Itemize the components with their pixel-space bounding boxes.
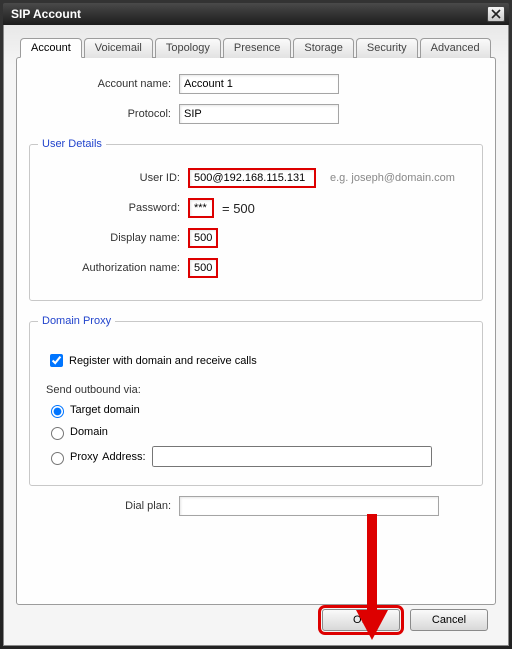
- input-display-name[interactable]: [188, 228, 218, 248]
- label-user-id: User ID:: [38, 172, 188, 184]
- row-display-name: Display name:: [38, 228, 474, 248]
- radio-proxy[interactable]: [51, 452, 64, 465]
- close-icon: [491, 9, 501, 19]
- row-proxy: Proxy Address:: [46, 446, 474, 467]
- window-title: SIP Account: [11, 7, 487, 21]
- checkbox-register-domain[interactable]: [50, 354, 63, 367]
- label-proxy-address: Address:: [102, 451, 145, 463]
- cancel-button[interactable]: Cancel: [410, 609, 488, 631]
- label-domain: Domain: [70, 426, 108, 438]
- row-password: Password: = 500: [38, 198, 474, 218]
- row-register-domain: Register with domain and receive calls: [46, 351, 474, 370]
- input-protocol: [179, 104, 339, 124]
- radio-domain[interactable]: [51, 427, 64, 440]
- label-display-name: Display name:: [38, 232, 188, 244]
- row-domain: Domain: [46, 424, 474, 440]
- title-bar: SIP Account: [3, 3, 509, 25]
- tab-storage[interactable]: Storage: [293, 38, 354, 58]
- input-password[interactable]: [188, 198, 214, 218]
- label-target-domain: Target domain: [70, 404, 140, 416]
- label-password: Password:: [38, 202, 188, 214]
- fieldset-domain-proxy: Domain Proxy Register with domain and re…: [29, 315, 483, 486]
- close-button[interactable]: [487, 6, 505, 22]
- password-eq-label: = 500: [222, 201, 255, 216]
- tab-voicemail[interactable]: Voicemail: [84, 38, 153, 58]
- fieldset-user-details: User Details User ID: e.g. joseph@domain…: [29, 138, 483, 301]
- tab-topology[interactable]: Topology: [155, 38, 221, 58]
- tab-pane-account: Account name: Protocol: User Details Use…: [16, 57, 496, 605]
- row-target-domain: Target domain: [46, 402, 474, 418]
- button-bar: OK Cancel: [322, 609, 488, 631]
- label-authorization-name: Authorization name:: [38, 262, 188, 274]
- label-proxy: Proxy: [70, 451, 98, 463]
- tab-account[interactable]: Account: [20, 38, 82, 58]
- legend-domain-proxy: Domain Proxy: [38, 315, 115, 327]
- tab-presence[interactable]: Presence: [223, 38, 291, 58]
- hint-user-id: e.g. joseph@domain.com: [330, 172, 455, 184]
- tab-security[interactable]: Security: [356, 38, 418, 58]
- row-authorization-name: Authorization name:: [38, 258, 474, 278]
- row-protocol: Protocol:: [29, 104, 483, 124]
- dialog-body: Account Voicemail Topology Presence Stor…: [3, 25, 509, 646]
- ok-button[interactable]: OK: [322, 609, 400, 631]
- input-proxy-address[interactable]: [152, 446, 432, 467]
- dialog-window: SIP Account Account Voicemail Topology P…: [0, 0, 512, 649]
- tab-advanced[interactable]: Advanced: [420, 38, 491, 58]
- label-protocol: Protocol:: [29, 108, 179, 120]
- label-send-outbound: Send outbound via:: [46, 384, 474, 396]
- row-account-name: Account name:: [29, 74, 483, 94]
- input-account-name[interactable]: [179, 74, 339, 94]
- row-user-id: User ID: e.g. joseph@domain.com: [38, 168, 474, 188]
- legend-user-details: User Details: [38, 138, 106, 150]
- tab-strip: Account Voicemail Topology Presence Stor…: [16, 37, 496, 57]
- input-dial-plan[interactable]: [179, 496, 439, 516]
- label-dial-plan: Dial plan:: [29, 500, 179, 512]
- label-register-domain: Register with domain and receive calls: [69, 355, 257, 367]
- input-authorization-name[interactable]: [188, 258, 218, 278]
- radio-target-domain[interactable]: [51, 405, 64, 418]
- input-user-id[interactable]: [188, 168, 316, 188]
- row-dial-plan: Dial plan:: [29, 496, 483, 516]
- label-account-name: Account name:: [29, 78, 179, 90]
